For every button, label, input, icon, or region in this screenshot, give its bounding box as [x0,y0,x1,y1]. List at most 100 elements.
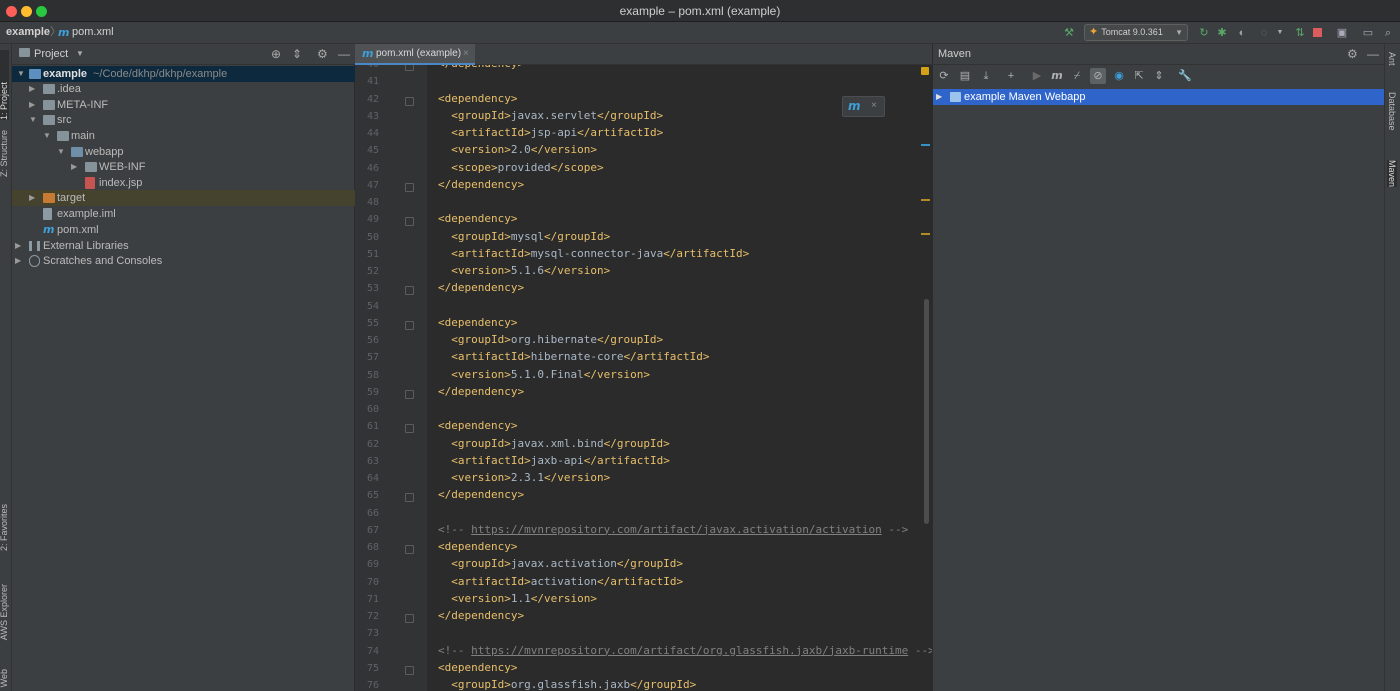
scroll-marker[interactable] [921,144,930,146]
skip-tests-icon[interactable]: ⊘ [1090,68,1106,84]
maven-reload-icon[interactable]: m [848,99,861,113]
code-line: </dependency> [438,177,525,191]
tree-item-index-jsp[interactable]: index.jsp [12,175,355,191]
build-hammer-icon[interactable]: ⚒ [1061,25,1077,41]
editor-tab-pom-xml[interactable]: m pom.xml (example) × [355,44,475,65]
fold-marker-icon[interactable] [405,493,414,503]
profile-icon[interactable]: ◌ [1256,25,1272,41]
hide-panel-icon[interactable]: — [338,44,350,64]
scroll-marker[interactable] [921,199,930,201]
gear-icon[interactable]: ⚙ [1347,44,1358,64]
run-icon[interactable]: ▶ [1029,68,1045,84]
chevron-down-icon[interactable]: ▼ [17,66,25,82]
web-tool-tab[interactable]: Web [0,669,9,687]
run-config-selector[interactable]: ✦ Tomcat 9.0.361 ▼ [1084,24,1188,41]
locate-file-icon[interactable]: ⊕ [271,44,281,64]
project-folder-icon [19,48,30,57]
add-project-icon[interactable]: + [1003,68,1019,84]
scroll-marker[interactable] [921,233,930,235]
code-line: <version>5.1.6</version> [451,264,611,277]
show-dependencies-icon[interactable]: ◉ [1111,68,1127,84]
database-tool-tab[interactable]: Database [1387,92,1397,131]
ant-tool-tab[interactable]: Ant [1387,52,1397,66]
chevron-right-icon[interactable]: ▶ [71,159,77,175]
expand-all-icon[interactable]: ⇱ [1131,68,1147,84]
download-icon[interactable]: ⤓ [978,68,994,84]
wrench-icon[interactable]: 🔧 [1177,68,1193,84]
project-tool-tab[interactable]: 1: Project [0,50,9,120]
fold-marker-icon[interactable] [405,286,414,296]
tree-item-idea[interactable]: ▶ .idea [12,81,355,97]
execute-goal-icon[interactable]: m [1049,68,1065,84]
structure-tool-tab[interactable]: Z: Structure [0,130,9,177]
code-line: <groupId>javax.activation</groupId> [451,557,684,571]
folder-icon [43,100,55,110]
fold-marker-icon[interactable] [405,665,414,675]
rerun-icon[interactable]: ↻ [1196,25,1212,41]
close-icon[interactable]: × [871,100,877,111]
chevron-right-icon[interactable]: ▶ [15,253,21,269]
tree-item-web-inf[interactable]: ▶ WEB-INF [12,159,355,175]
vertical-scrollbar[interactable] [924,299,929,524]
presentation-mode-icon[interactable]: ▭ [1360,25,1376,41]
chevron-down-icon[interactable]: ▼ [43,128,51,144]
aws-explorer-tool-tab[interactable]: AWS Explorer [0,584,9,640]
breadcrumb-file[interactable]: pom.xml [72,22,114,43]
more-run-options-icon[interactable]: ▼ [1272,25,1288,41]
chevron-right-icon[interactable]: ▶ [936,89,942,105]
project-view-selector[interactable]: Project [34,44,68,64]
maven-project-item[interactable]: ▶ example Maven Webapp [933,89,1384,105]
fold-marker-icon[interactable] [405,320,414,330]
scratches-icon [29,255,40,267]
tree-item-webapp[interactable]: ▼ webapp [12,144,355,160]
line-number: 70 [366,576,379,588]
fold-marker-icon[interactable] [405,545,414,554]
toggle-offline-icon[interactable]: ⌿ [1069,68,1085,84]
chevron-right-icon[interactable]: ▶ [15,238,21,254]
tree-item-external-libraries[interactable]: ▶ External Libraries [12,238,355,254]
tree-item-root[interactable]: ▼ example ~/Code/dkhp/dkhp/example [12,66,355,82]
chevron-down-icon[interactable]: ▼ [29,112,37,128]
update-app-icon[interactable]: ⇅ [1292,25,1308,41]
fold-marker-icon[interactable] [405,614,414,623]
project-structure-icon[interactable]: ▣ [1334,25,1350,41]
debug-bug-icon[interactable]: ✱ [1214,25,1230,41]
run-config-label: Tomcat 9.0.361 [1101,27,1163,37]
fold-marker-icon[interactable] [405,389,414,399]
fold-marker-icon[interactable] [405,182,414,192]
tree-item-main[interactable]: ▼ main [12,128,355,144]
hide-panel-icon[interactable]: — [1367,44,1379,64]
chevron-right-icon[interactable]: ▶ [29,190,35,206]
tree-item-src[interactable]: ▼ src [12,112,355,128]
tree-item-label: webapp [85,146,124,158]
reload-all-icon[interactable]: ⟳ [936,68,952,84]
chevron-right-icon[interactable]: ▶ [29,81,35,97]
fold-marker-icon[interactable] [405,217,414,227]
code-editor[interactable]: 40 41 42 43 44 45 46 47 48 49 50 51 52 53 54 55 56 57 58 59… [355,65,932,691]
breadcrumb-project[interactable]: example [6,22,50,43]
tree-item-pom-xml[interactable]: m pom.xml [12,222,355,238]
search-everywhere-icon[interactable]: ⌕ [1380,25,1396,41]
tree-item-meta-inf[interactable]: ▶ META-INF [12,97,355,113]
close-icon[interactable]: × [463,44,469,63]
favorites-tool-tab[interactable]: 2: Favorites [0,504,9,551]
collapse-all-icon[interactable]: ⇕ [1151,68,1167,84]
code-line: <dependency> [438,660,518,674]
collapse-all-icon[interactable]: ⇕ [292,44,302,64]
fold-marker-icon[interactable] [405,65,414,71]
fold-marker-icon[interactable] [405,96,414,106]
chevron-down-icon[interactable]: ▼ [57,144,65,160]
stop-icon[interactable] [1309,25,1325,41]
tree-item-target[interactable]: ▶ target [12,190,355,206]
chevron-down-icon[interactable]: ▼ [76,44,84,64]
chevron-right-icon[interactable]: ▶ [29,97,35,113]
warning-indicator-icon[interactable] [921,67,929,75]
coverage-shield-icon[interactable]: ◐ [1234,25,1250,41]
tree-item-label: index.jsp [99,177,143,189]
tree-item-example-iml[interactable]: example.iml [12,206,355,222]
tree-item-scratches[interactable]: ▶ Scratches and Consoles [12,253,355,269]
fold-marker-icon[interactable] [405,424,414,434]
maven-tool-tab[interactable]: Maven [1387,160,1397,188]
generate-sources-icon[interactable]: ▤ [957,68,973,84]
gear-icon[interactable]: ⚙ [317,44,328,64]
